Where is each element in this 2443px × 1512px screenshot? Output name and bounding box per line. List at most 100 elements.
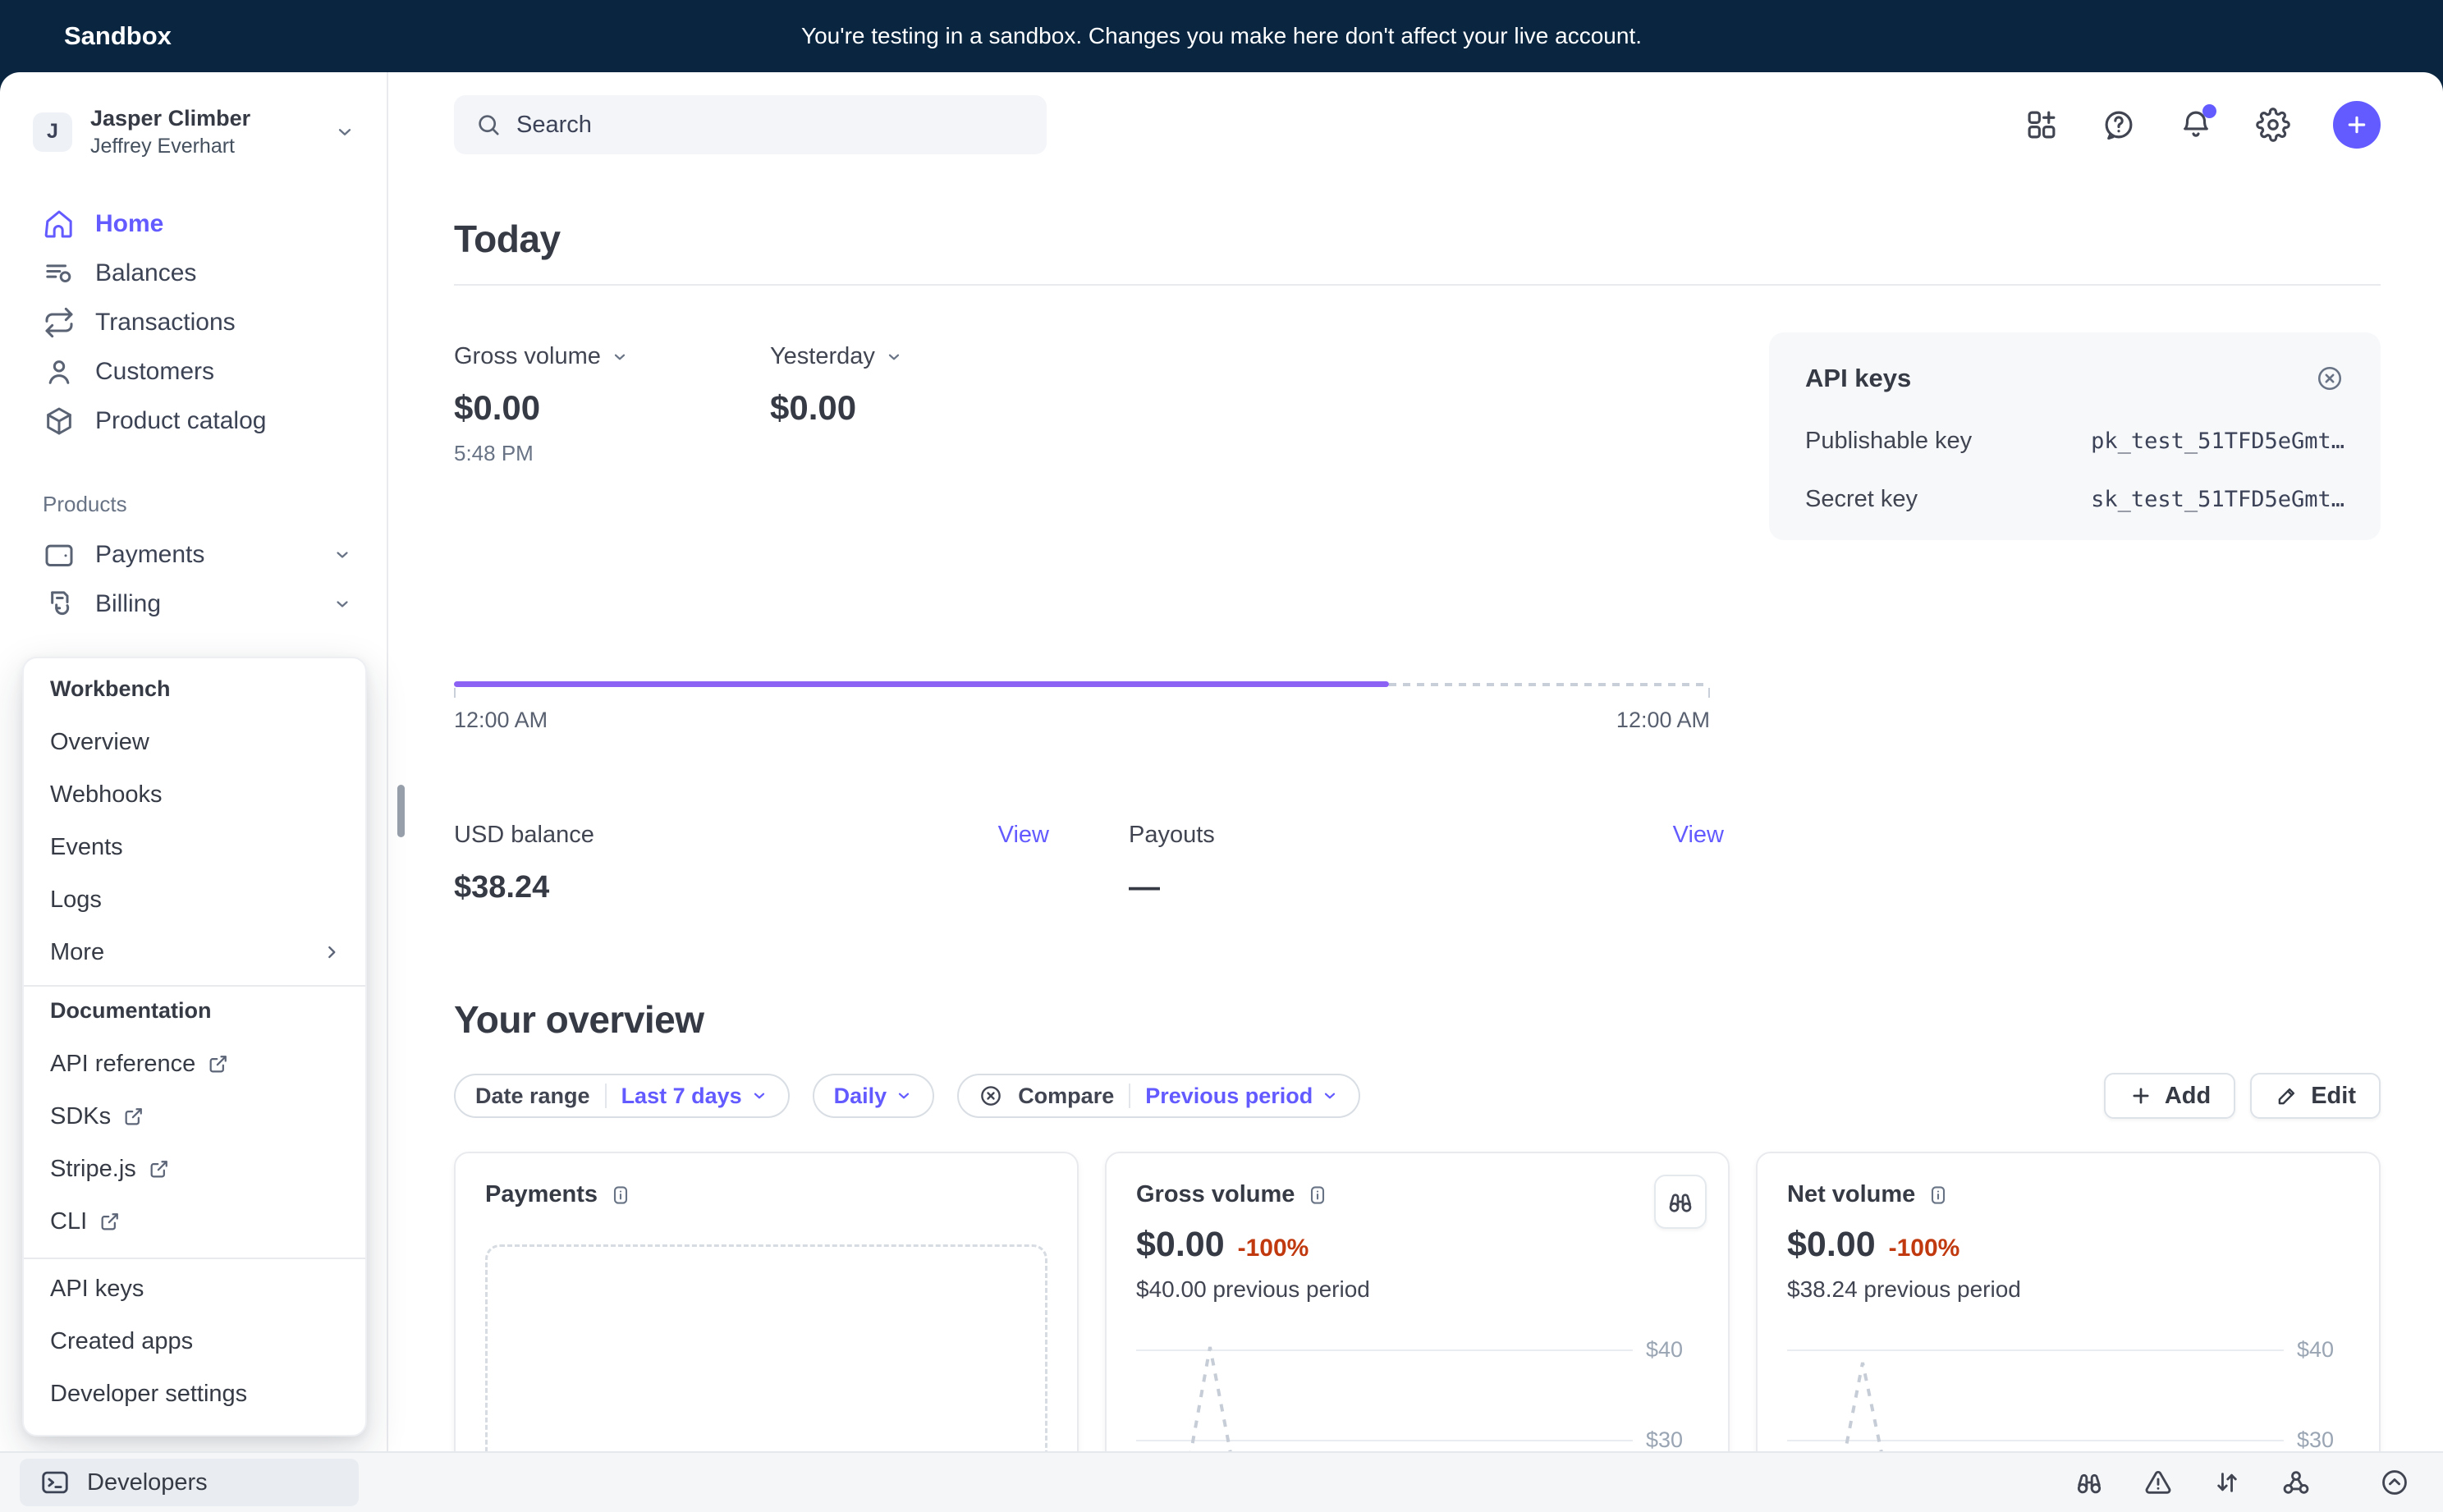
notifications-button[interactable] (2179, 108, 2213, 142)
chevron-down-icon (750, 1087, 768, 1105)
menu-item-overview[interactable]: Overview (24, 716, 365, 768)
info-icon (1306, 1184, 1329, 1207)
menu-divider (24, 1258, 365, 1259)
create-button[interactable] (2333, 101, 2381, 149)
settings-button[interactable] (2256, 108, 2290, 142)
webhooks-button[interactable] (2280, 1467, 2312, 1498)
errors-button[interactable] (2143, 1467, 2174, 1498)
transactions-icon (43, 306, 76, 339)
close-button[interactable] (2315, 364, 2344, 393)
menu-item-api-reference[interactable]: API reference (24, 1038, 365, 1090)
usd-balance-label: USD balance (454, 822, 594, 849)
arrows-up-down-icon (2212, 1467, 2243, 1498)
payouts-label: Payouts (1129, 822, 1215, 849)
edit-button[interactable]: Edit (2250, 1073, 2381, 1119)
payments-icon (43, 538, 76, 571)
card-value: $0.00 (1787, 1225, 1876, 1265)
sandbox-message: You're testing in a sandbox. Changes you… (801, 23, 1642, 49)
external-link-icon (99, 1210, 121, 1233)
chevron-down-icon (332, 594, 352, 614)
top-actions (2024, 101, 2381, 149)
search-input[interactable] (516, 112, 1025, 139)
date-range-value: Last 7 days (621, 1084, 742, 1109)
terminal-icon (39, 1467, 71, 1498)
axis-label-end: 12:00 AM (1616, 708, 1710, 733)
pill-separator (605, 1084, 607, 1108)
publishable-key-value[interactable]: pk_test_51TFD5eGmt… (2091, 428, 2344, 454)
collapse-panel-button[interactable] (2379, 1467, 2410, 1498)
menu-item-developer-settings[interactable]: Developer settings (24, 1368, 365, 1420)
yesterday-value: $0.00 (770, 388, 1086, 428)
y-tick-bottom: $30 (2297, 1427, 2349, 1453)
menu-item-stripe-js[interactable]: Stripe.js (24, 1143, 365, 1195)
binoculars-icon (2074, 1467, 2105, 1498)
secret-key-value[interactable]: sk_test_51TFD5eGmt… (2091, 487, 2344, 512)
usd-balance-view-link[interactable]: View (998, 822, 1049, 849)
interval-filter[interactable]: Daily (813, 1074, 935, 1118)
account-subtitle: Jeffrey Everhart (90, 135, 250, 158)
menu-item-api-keys[interactable]: API keys (24, 1262, 365, 1315)
menu-item-events[interactable]: Events (24, 821, 365, 873)
gross-volume-stat: Gross volume $0.00 5:48 PM (454, 343, 770, 466)
developers-popup-menu: Workbench Overview Webhooks Events Logs … (22, 657, 367, 1436)
filter-pills: Date range Last 7 days Daily (454, 1074, 1360, 1118)
gear-icon (2256, 108, 2290, 142)
apps-button[interactable] (2024, 108, 2059, 142)
card-previous-period: $38.24 previous period (1787, 1276, 2349, 1303)
payouts-view-link[interactable]: View (1673, 822, 1724, 849)
sidebar-products-nav: Payments Billing (0, 530, 387, 629)
publishable-key-label: Publishable key (1805, 428, 1972, 455)
sidebar-item-label: Balances (95, 259, 196, 287)
help-button[interactable] (2102, 108, 2136, 142)
search-bar[interactable] (454, 95, 1047, 154)
pill-separator (1129, 1084, 1130, 1108)
popup-header-workbench: Workbench (24, 671, 365, 706)
warning-icon (2143, 1467, 2174, 1498)
yesterday-selector[interactable]: Yesterday (770, 343, 1086, 370)
compare-label: Compare (1018, 1084, 1114, 1109)
menu-item-created-apps[interactable]: Created apps (24, 1315, 365, 1368)
developers-bar-icons (2074, 1467, 2410, 1498)
y-tick-top: $40 (1646, 1337, 1698, 1363)
menu-item-webhooks[interactable]: Webhooks (24, 768, 365, 821)
product-catalog-icon (43, 405, 76, 438)
remove-compare-icon[interactable] (979, 1084, 1003, 1108)
notification-dot (2202, 104, 2216, 118)
account-switcher[interactable]: J Jasper Climber Jeffrey Everhart (0, 105, 387, 158)
menu-item-logs[interactable]: Logs (24, 873, 365, 926)
inspector-button[interactable] (2074, 1467, 2105, 1498)
date-range-filter[interactable]: Date range Last 7 days (454, 1074, 790, 1118)
menu-item-label: Logs (50, 887, 102, 914)
sidebar-item-payments[interactable]: Payments (13, 530, 374, 580)
circle-chevron-up-icon (2379, 1467, 2410, 1498)
developers-toggle[interactable]: Developers (20, 1459, 359, 1506)
gross-volume-value: $0.00 (454, 388, 770, 428)
gross-volume-selector[interactable]: Gross volume (454, 343, 770, 370)
menu-item-label: API keys (50, 1276, 144, 1303)
sidebar-item-transactions[interactable]: Transactions (13, 298, 374, 347)
today-chart-line (454, 681, 1710, 691)
menu-item-more[interactable]: More (24, 926, 365, 978)
menu-divider (24, 985, 365, 987)
sidebar-item-product-catalog[interactable]: Product catalog (13, 396, 374, 446)
sidebar-item-customers[interactable]: Customers (13, 347, 374, 396)
add-button[interactable]: Add (2104, 1073, 2235, 1119)
sidebar-item-home[interactable]: Home (13, 199, 374, 249)
info-icon (609, 1184, 632, 1207)
sidebar-item-billing[interactable]: Billing (13, 580, 374, 629)
chevron-right-icon (321, 942, 342, 963)
sidebar-item-balances[interactable]: Balances (13, 249, 374, 298)
inspect-button[interactable] (1654, 1175, 1707, 1229)
main-content: Today Gross volume $0.00 5:48 PM Yesterd (388, 72, 2443, 1512)
sandbox-banner: Sandbox You're testing in a sandbox. Cha… (0, 0, 2443, 72)
menu-item-sdks[interactable]: SDKs (24, 1090, 365, 1143)
requests-button[interactable] (2212, 1467, 2243, 1498)
menu-item-label: Events (50, 834, 123, 861)
compare-value: Previous period (1145, 1084, 1313, 1109)
home-icon (43, 208, 76, 241)
compare-filter[interactable]: Compare Previous period (957, 1074, 1360, 1118)
scrollbar-thumb[interactable] (397, 785, 405, 837)
menu-item-cli[interactable]: CLI (24, 1195, 365, 1248)
stat-label-text: Yesterday (770, 343, 875, 370)
usd-balance-block: USD balance View $38.24 (454, 822, 1049, 905)
